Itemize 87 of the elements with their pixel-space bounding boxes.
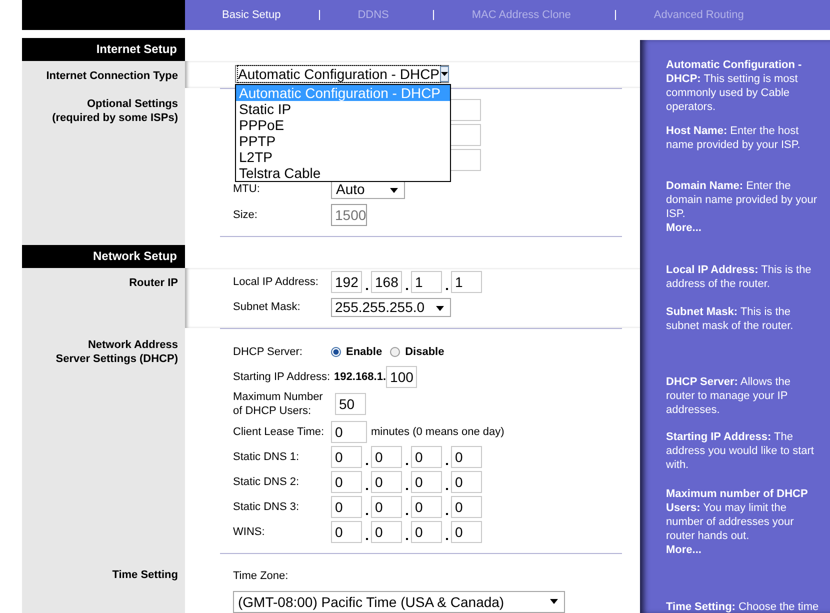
field-label: Local IP Address: bbox=[233, 275, 320, 289]
help-text: Host Name: Enter the host name provided by your ISP. bbox=[666, 124, 802, 152]
section-label: Optional Settings (required by some ISPs) bbox=[51, 97, 179, 125]
ip-octet-field[interactable]: 0 bbox=[411, 496, 442, 518]
dot-separator-icon bbox=[366, 463, 368, 465]
help-text: Maximum number of DHCP Users: You may limit the number of addresses your router hands out. bbox=[666, 487, 809, 543]
field-hint: minutes (0 means one day) bbox=[371, 426, 504, 438]
field-label: Static DNS 3: bbox=[233, 500, 300, 514]
section-label: Network Address Server Settings (DHCP) bbox=[54, 338, 179, 366]
radio-button[interactable] bbox=[331, 347, 341, 357]
dot-separator-icon bbox=[446, 538, 448, 540]
caret-icon bbox=[550, 599, 558, 604]
dot-separator-icon bbox=[366, 513, 368, 515]
field-label: DHCP Server: bbox=[233, 345, 304, 359]
radio-option[interactable]: Enable bbox=[331, 346, 382, 358]
ip-octet-field[interactable]: 0 bbox=[411, 446, 442, 468]
field-label: MTU: bbox=[233, 182, 261, 196]
caret-icon bbox=[436, 306, 444, 310]
input-field[interactable]: 50 bbox=[335, 393, 366, 415]
ip-octet-field[interactable]: 0 bbox=[371, 446, 402, 468]
help-text: DHCP Server: Allows the router to manage your IP addresses. bbox=[666, 375, 792, 417]
dropdown-option[interactable]: L2TP bbox=[236, 149, 450, 165]
dot-separator-icon bbox=[406, 538, 408, 540]
ip-octet-field[interactable]: 0 bbox=[371, 471, 402, 493]
ip-octet-field[interactable]: 192 bbox=[331, 271, 362, 293]
dropdown-option[interactable]: PPPoE bbox=[236, 117, 450, 133]
section-label: Router IP bbox=[128, 276, 179, 290]
ip-octet-field[interactable]: 0 bbox=[331, 446, 362, 468]
dot-separator-icon bbox=[406, 513, 408, 515]
dot-separator-icon bbox=[446, 513, 448, 515]
help-text: Time Setting: Choose the time bbox=[666, 600, 819, 613]
field-label: Subnet Mask: bbox=[233, 300, 302, 314]
field-label: Time Zone: bbox=[233, 569, 290, 583]
dropdown-option[interactable]: Telstra Cable bbox=[236, 165, 450, 181]
more-link[interactable]: More... bbox=[666, 543, 702, 557]
more-link[interactable]: More... bbox=[666, 221, 702, 235]
radio-button[interactable] bbox=[390, 347, 400, 357]
ip-octet-field[interactable]: 0 bbox=[371, 496, 402, 518]
field-label: Static DNS 1: bbox=[233, 450, 300, 464]
connection-type-dropdown[interactable]: Automatic Configuration - DHCP bbox=[235, 65, 449, 83]
dot-separator-icon bbox=[446, 488, 448, 490]
input-field[interactable]: 0 bbox=[331, 421, 367, 443]
caret-icon bbox=[390, 188, 398, 192]
dot-separator-icon bbox=[446, 288, 448, 290]
ip-octet-field[interactable]: 0 bbox=[451, 471, 482, 493]
field-label: Starting IP Address: bbox=[233, 370, 330, 384]
field-label: Client Lease Time: bbox=[233, 425, 326, 439]
input-field[interactable]: 100 bbox=[386, 366, 418, 388]
section-label: Time Setting bbox=[111, 568, 179, 582]
help-text: Starting IP Address: The address you would like to start with. bbox=[666, 430, 815, 472]
dot-separator-icon bbox=[446, 463, 448, 465]
ip-octet-field[interactable]: 0 bbox=[411, 471, 442, 493]
ip-octet-field[interactable]: 0 bbox=[331, 471, 362, 493]
subnet-mask-dropdown[interactable]: 255.255.255.0 bbox=[331, 298, 451, 316]
ip-octet-field[interactable]: 0 bbox=[451, 446, 482, 468]
dot-separator-icon bbox=[366, 538, 368, 540]
ip-octet-field[interactable]: 1 bbox=[411, 271, 442, 293]
radio-option[interactable]: Disable bbox=[390, 346, 444, 358]
dot-separator-icon bbox=[406, 288, 408, 290]
dot-separator-icon bbox=[366, 288, 368, 290]
dot-separator-icon bbox=[366, 488, 368, 490]
ip-prefix: 192.168.1. bbox=[334, 371, 386, 383]
dot-separator-icon bbox=[406, 463, 408, 465]
help-text: Subnet Mask: This is the subnet mask of the router. bbox=[666, 305, 794, 333]
ip-octet-field[interactable]: 168 bbox=[371, 271, 402, 293]
dropdown-option[interactable]: Static IP bbox=[236, 101, 450, 117]
field-label: Maximum Number of DHCP Users: bbox=[233, 390, 324, 418]
ip-octet-field[interactable]: 1 bbox=[451, 271, 482, 293]
field-label: Static DNS 2: bbox=[233, 475, 300, 489]
ip-octet-field[interactable]: 0 bbox=[331, 496, 362, 518]
field-label: Size: bbox=[233, 208, 258, 222]
help-text: Domain Name: Enter the domain name provided by your ISP. bbox=[666, 179, 818, 221]
section-label: Internet Connection Type bbox=[45, 69, 179, 83]
ip-octet-field[interactable]: 0 bbox=[451, 496, 482, 518]
dropdown-option[interactable]: PPTP bbox=[236, 133, 450, 149]
help-text: Local IP Address: This is the address of the router. bbox=[666, 263, 812, 291]
time-zone-dropdown[interactable]: (GMT-08:00) Pacific Time (USA & Canada) bbox=[233, 591, 565, 613]
help-text: Automatic Configuration - DHCP: This setting is most commonly used by Cable operators. bbox=[666, 58, 803, 114]
ip-octet-field[interactable]: 0 bbox=[451, 521, 482, 543]
dot-separator-icon bbox=[406, 488, 408, 490]
section-header: Network Setup bbox=[22, 245, 185, 268]
tab[interactable]: Basic Setup bbox=[222, 9, 281, 21]
ip-octet-field[interactable]: 0 bbox=[371, 521, 402, 543]
section-header: Internet Setup bbox=[22, 38, 185, 61]
field-label: WINS: bbox=[233, 525, 266, 539]
ip-octet-field[interactable]: 0 bbox=[411, 521, 442, 543]
ip-octet-field[interactable]: 0 bbox=[331, 521, 362, 543]
